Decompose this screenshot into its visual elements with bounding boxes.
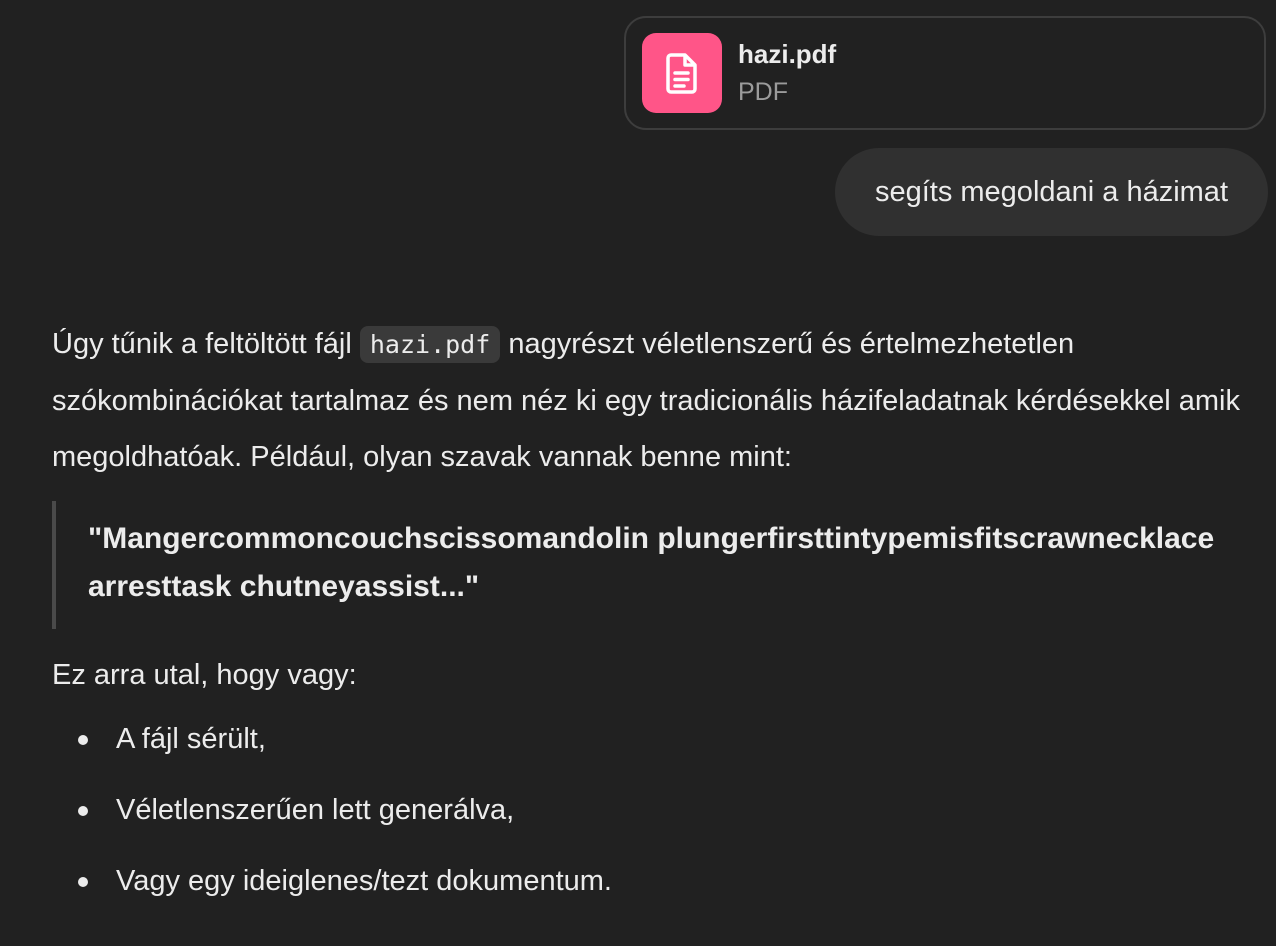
file-meta: hazi.pdf PDF: [738, 37, 836, 109]
file-attachment-card[interactable]: hazi.pdf PDF: [624, 16, 1266, 130]
list-item: Vagy egy ideiglenes/tezt dokumentum.: [52, 859, 1267, 903]
bullet-icon: [78, 735, 88, 745]
bullet-icon: [78, 877, 88, 887]
list-item-text: A fájl sérült,: [116, 723, 266, 755]
user-message-bubble: segíts megoldani a házimat: [834, 148, 1268, 236]
list-item: A fájl sérült,: [52, 717, 1267, 761]
chat-page: hazi.pdf PDF segíts megoldani a házimat …: [0, 0, 1276, 946]
file-type: PDF: [738, 78, 788, 106]
reasons-list: A fájl sérült, Véletlenszerűen lett gene…: [52, 717, 1267, 903]
list-item-text: Véletlenszerűen lett generálva,: [116, 794, 515, 826]
list-item: Véletlenszerűen lett generálva,: [52, 788, 1267, 832]
file-icon-tile: [642, 33, 722, 113]
intro-text-before: Úgy tűnik a feltöltött fájl: [52, 328, 360, 360]
response-intro: Úgy tűnik a feltöltött fájl hazi.pdf nag…: [52, 316, 1267, 485]
bullet-icon: [78, 806, 88, 816]
assistant-response: Úgy tűnik a feltöltött fájl hazi.pdf nag…: [52, 316, 1267, 930]
response-lead-in: Ez arra utal, hogy vagy:: [52, 659, 357, 691]
example-quote: "Mangercommoncouchscissomandolin plunger…: [52, 501, 1267, 629]
list-item-text: Vagy egy ideiglenes/tezt dokumentum.: [116, 865, 612, 897]
document-icon: [666, 53, 697, 94]
file-name: hazi.pdf: [738, 39, 837, 69]
inline-code-filename: hazi.pdf: [359, 326, 501, 363]
